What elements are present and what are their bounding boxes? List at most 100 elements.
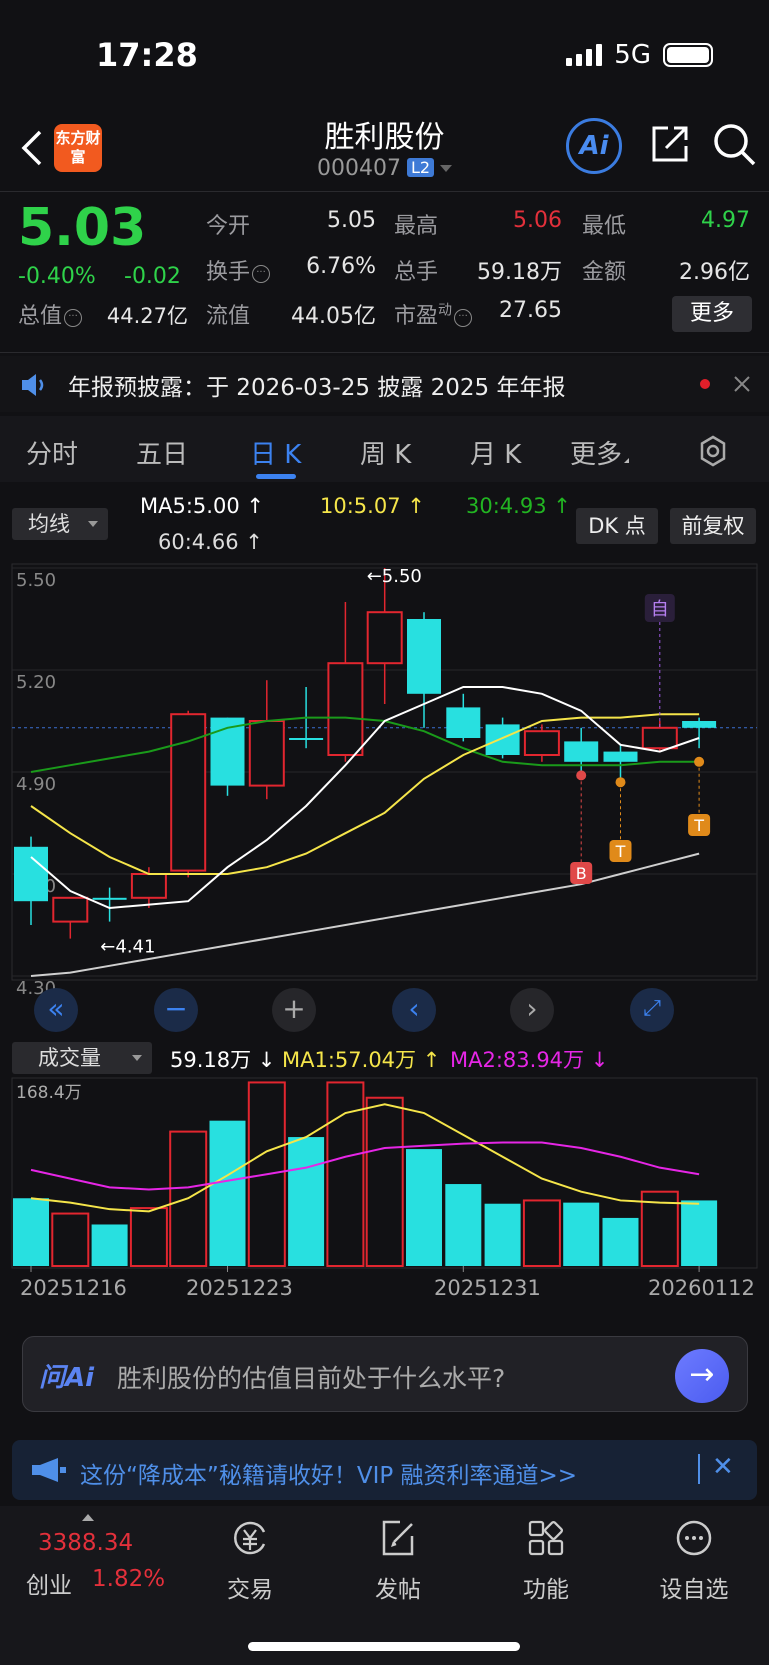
candle-body — [682, 721, 717, 728]
high-annotation: ←5.50 — [367, 566, 422, 587]
ask-ai-prompt: 胜利股份的估值目前处于什么水平? — [117, 1364, 506, 1393]
volume-chart[interactable]: 168.4万 — [0, 1076, 769, 1276]
nav-trade-label: 交易 — [227, 1577, 273, 1603]
volume-label: 总手 — [394, 260, 439, 285]
open-label: 今开 — [206, 214, 251, 239]
tab-active-indicator — [256, 474, 296, 479]
low-value: 4.97 — [701, 208, 750, 233]
dk-point-button[interactable]: DK 点 — [576, 508, 658, 544]
tab-monthly-k[interactable]: 月 K — [470, 434, 521, 471]
marker-t2-label: T — [693, 816, 704, 835]
nav-trade[interactable]: 交易 — [190, 1518, 310, 1604]
y-tick-label: 4.90 — [16, 774, 56, 795]
ma-legend: 均线 MA5:5.00 ↑ 10:5.07 ↑ 30:4.93 ↑ 60:4.6… — [0, 490, 769, 560]
nav-watchlist-label: 设自选 — [659, 1577, 729, 1603]
info-icon[interactable]: ··· — [64, 309, 83, 327]
tab-intraday[interactable]: 分时 — [26, 434, 78, 471]
close-icon[interactable] — [732, 374, 752, 394]
stock-code: 000407 — [316, 156, 401, 181]
nav-post[interactable]: 发帖 — [338, 1518, 458, 1604]
notice-bar[interactable]: 年报预披露：于 2026-03-25 披露 2025 年年报 — [0, 356, 769, 412]
volume-bar — [209, 1120, 246, 1266]
candle-body — [641, 726, 678, 750]
scroll-right-button[interactable]: › — [510, 988, 554, 1032]
promo-banner[interactable]: 这份“降成本”秘籍请收好！VIP 融资利率通道>> ✕ — [12, 1440, 757, 1500]
indicator-select[interactable]: 均线 — [12, 508, 108, 540]
adjust-button[interactable]: 前复权 — [670, 508, 756, 544]
candle-body — [564, 741, 599, 762]
candle-body — [366, 611, 403, 665]
fullscreen-icon[interactable]: ⤢ — [630, 988, 674, 1032]
nav-watchlist[interactable]: 设自选 — [634, 1518, 754, 1604]
candle-body — [446, 707, 481, 738]
high-label: 最高 — [394, 214, 439, 239]
period-tabs: 分时 五日 日 K 周 K 月 K 更多 — [0, 416, 769, 482]
volume-bar — [522, 1199, 561, 1267]
volume-max-label: 168.4万 — [16, 1083, 82, 1103]
tab-five-day[interactable]: 五日 — [136, 434, 188, 471]
volume-ma2: MA2:83.94万 ↓ — [450, 1048, 609, 1072]
unread-dot — [700, 379, 710, 389]
date-label: 20251231 — [434, 1276, 541, 1300]
index-ticker[interactable]: 3388.34 创业 1.82% — [0, 1506, 165, 1606]
ask-ai-input[interactable]: 问Ai 胜利股份的估值目前处于什么水平? → — [22, 1336, 748, 1412]
chevron-down-icon — [88, 521, 98, 527]
volume-bar — [13, 1198, 49, 1266]
home-indicator — [248, 1642, 520, 1651]
speaker-icon — [22, 374, 44, 396]
tab-daily-k[interactable]: 日 K — [250, 434, 301, 471]
tab-more[interactable]: 更多 — [570, 434, 630, 471]
grid-icon — [528, 1520, 564, 1556]
mktcap-label: 总值 ··· — [18, 298, 83, 330]
volume-bar — [445, 1184, 482, 1266]
close-icon[interactable]: ✕ — [712, 1452, 734, 1482]
info-icon[interactable]: ··· — [454, 309, 473, 327]
promo-text: 这份“降成本”秘籍请收好！VIP 融资利率通道>> — [80, 1463, 578, 1489]
low-label: 最低 — [582, 214, 627, 239]
scroll-left-button[interactable]: ‹ — [392, 988, 436, 1032]
zoom-in-button[interactable]: + — [272, 988, 316, 1032]
more-circle-icon — [676, 1520, 712, 1556]
status-indicators: 5G — [566, 40, 713, 70]
signal-icon — [566, 44, 603, 66]
volume-ma1-line — [30, 1103, 700, 1213]
volume-bar — [406, 1149, 442, 1266]
kline-chart[interactable]: 5.505.204.904.604.30←5.50←4.41BTT自 — [0, 560, 769, 1040]
index-value: 3388.34 — [38, 1530, 134, 1556]
edit-icon — [382, 1520, 414, 1556]
arrow-right-icon[interactable]: → — [675, 1349, 729, 1403]
search-icon[interactable] — [712, 122, 758, 168]
tab-weekly-k[interactable]: 周 K — [360, 434, 411, 471]
share-icon[interactable] — [648, 122, 692, 166]
quote-panel: 5.03 -0.40% -0.02 今开 5.05 最高 5.06 最低 4.9… — [0, 192, 769, 352]
date-label: 20260112 — [648, 1276, 755, 1300]
ma60-value: 60:4.66 ↑ — [158, 530, 263, 554]
candle-body — [485, 724, 520, 755]
candle-body — [327, 662, 364, 756]
battery-icon — [663, 43, 713, 67]
candle-body — [523, 730, 560, 756]
more-button[interactable]: 更多 — [672, 296, 752, 332]
amount-value: 2.96亿 — [679, 260, 750, 285]
divider — [698, 1454, 700, 1484]
pe-label: 市盈动 ··· — [394, 298, 473, 330]
bottom-nav: 3388.34 创业 1.82% 交易 发帖 功能 设自选 — [0, 1506, 769, 1665]
zoom-out-button[interactable]: − — [154, 988, 198, 1032]
chevron-down-icon — [440, 165, 453, 172]
y-tick-label: 5.20 — [16, 672, 56, 693]
low-annotation: ←4.41 — [100, 937, 155, 958]
scroll-left-fast-button[interactable]: « — [34, 988, 78, 1032]
marker-b-label: B — [576, 864, 587, 883]
volume-select[interactable]: 成交量 — [12, 1042, 152, 1074]
ai-button[interactable]: Ai — [566, 118, 622, 174]
level-badge: L2 — [406, 158, 435, 177]
candle-body — [130, 873, 167, 899]
nav-functions[interactable]: 功能 — [486, 1518, 606, 1604]
volume-bar — [288, 1137, 325, 1266]
info-icon[interactable]: ··· — [252, 265, 271, 283]
marker-self-label: 自 — [651, 599, 669, 620]
pe-value: 27.65 — [499, 298, 562, 323]
volume-bar — [563, 1202, 600, 1266]
volume-bar — [91, 1224, 128, 1266]
gear-icon[interactable] — [696, 434, 730, 468]
